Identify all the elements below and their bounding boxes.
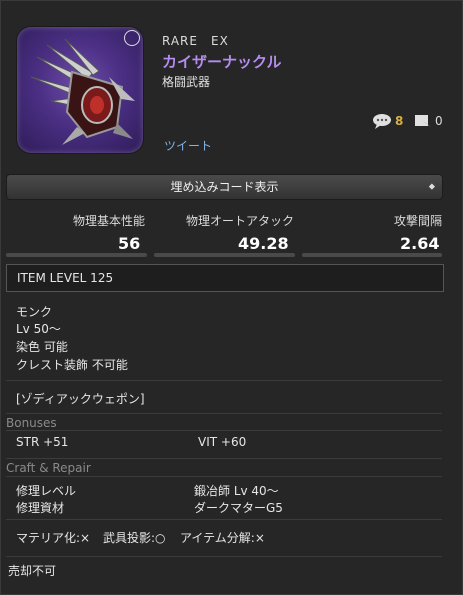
materia-flag: マテリア化:×	[16, 531, 91, 545]
craft-repair-title: Craft & Repair	[6, 461, 91, 475]
divider	[6, 380, 442, 381]
dye-status: 染色 可能	[16, 340, 68, 354]
sell-status: 売却不可	[8, 564, 57, 578]
expand-arrows-icon: ⬥	[428, 182, 435, 192]
glamour-flag: 武具投影:○	[103, 531, 166, 545]
bonus-vit: VIT +60	[198, 435, 247, 449]
desynth-flag: アイテム分解:×	[180, 531, 265, 545]
divider	[6, 458, 442, 459]
stat-delay-value: 2.64	[400, 234, 440, 253]
repair-material-value[interactable]: ダークマターG5	[194, 499, 283, 516]
divider	[6, 413, 442, 414]
stat-physical-damage-value: 56	[118, 234, 141, 253]
stat-auto-attack-label: 物理オートアタック	[186, 214, 295, 228]
required-job: モンク	[16, 305, 53, 319]
stat-delay-label: 攻撃間隔	[394, 214, 443, 228]
stat-physical-damage-label: 物理基本性能	[73, 214, 146, 228]
rarity-indicator	[124, 30, 140, 46]
item-category: 格闘武器	[162, 75, 211, 89]
item-level: ITEM LEVEL 125	[6, 264, 444, 292]
stat-delay-bar	[302, 253, 442, 257]
speech-bubble-icon	[373, 114, 391, 129]
kaiser-knuckle-claw-icon	[30, 38, 135, 145]
bookmarks-link[interactable]: 0	[414, 113, 443, 129]
item-icon	[17, 27, 143, 153]
item-rarity: RARE EX	[162, 34, 229, 48]
repair-level-value: 鍛冶師 Lv 40～	[194, 484, 279, 498]
bookmark-icon	[415, 115, 431, 127]
repair-level-label: 修理レベル	[16, 484, 77, 498]
divider	[6, 519, 442, 520]
comment-count: 8	[395, 114, 404, 128]
divider	[6, 430, 442, 431]
stat-auto-attack-bar	[154, 253, 295, 257]
repair-material-label: 修理資材	[16, 501, 65, 515]
divider	[6, 556, 442, 557]
stat-physical-damage-bar	[6, 253, 147, 257]
required-level: Lv 50～	[16, 322, 61, 336]
embed-code-button[interactable]: 埋め込みコード表示 ⬥	[6, 174, 443, 200]
divider	[6, 476, 442, 477]
comments-link[interactable]: 8	[372, 113, 403, 129]
bonuses-title: Bonuses	[6, 416, 57, 430]
item-name[interactable]: カイザーナックル	[162, 51, 282, 72]
embed-code-label: 埋め込みコード表示	[170, 180, 279, 194]
bonus-str: STR +51	[16, 435, 69, 449]
crest-status: クレスト装飾 不可能	[16, 358, 128, 372]
tweet-link[interactable]: ツイート	[164, 137, 212, 154]
item-series: [ゾディアックウェポン]	[16, 392, 145, 406]
stat-auto-attack-value: 49.28	[238, 234, 289, 253]
bookmark-count: 0	[435, 114, 443, 128]
